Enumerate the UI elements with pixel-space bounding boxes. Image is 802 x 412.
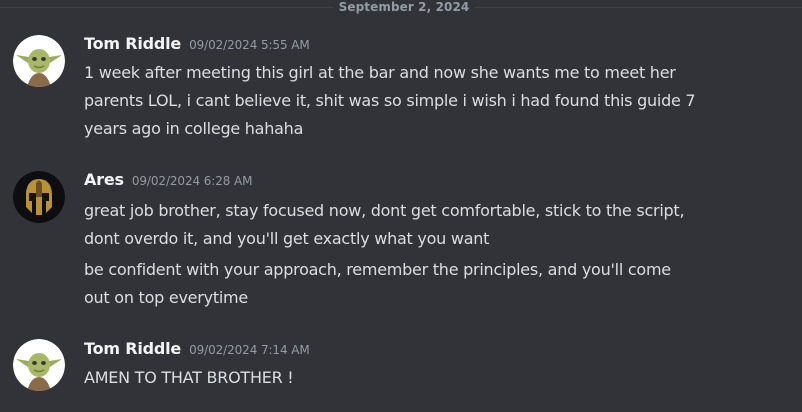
message-text: be confident with your approach, remembe… xyxy=(84,260,671,307)
yoda-avatar-icon[interactable] xyxy=(13,339,65,391)
date-divider: September 2, 2024 xyxy=(333,0,475,14)
message-timestamp: 09/02/2024 5:55 AM xyxy=(189,38,310,52)
message-timestamp: 09/02/2024 6:28 AM xyxy=(131,174,253,188)
author-name[interactable]: Ares xyxy=(84,170,124,189)
yoda-avatar-icon[interactable] xyxy=(13,35,65,87)
author-name[interactable]: Tom Riddle xyxy=(84,339,181,358)
chat-log: September 2, 2024 Tom Riddle 09/02/2024 … xyxy=(0,0,802,412)
message-timestamp: 09/02/2024 7:14 AM xyxy=(189,343,310,357)
author-name[interactable]: Tom Riddle xyxy=(84,34,181,53)
message-text: AMEN TO THAT BROTHER ! xyxy=(84,368,294,387)
spartan-helmet-avatar-icon[interactable] xyxy=(13,171,65,223)
message-text: great job brother, stay focused now, don… xyxy=(84,201,685,248)
message-text: 1 week after meeting this girl at the ba… xyxy=(84,63,696,138)
